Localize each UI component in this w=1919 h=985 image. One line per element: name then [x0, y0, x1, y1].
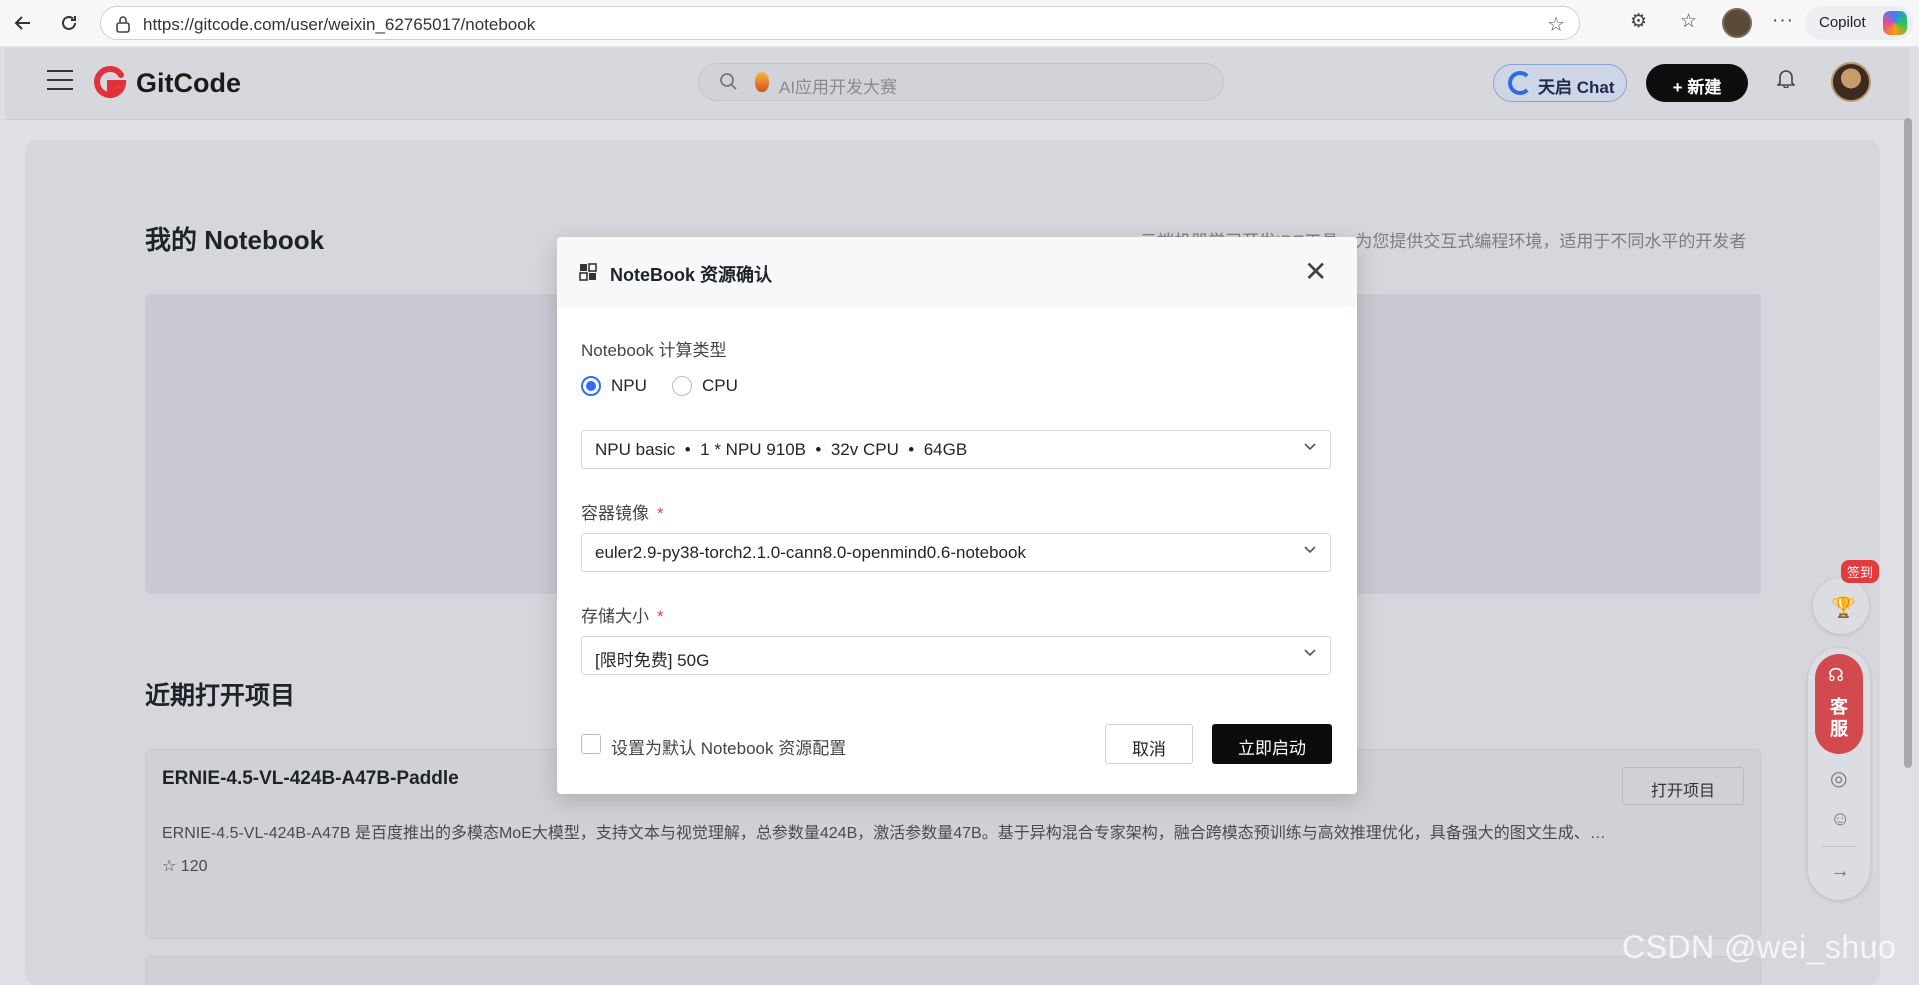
- project-star-count: 120: [180, 858, 208, 875]
- customer-service-button[interactable]: ☊ 客 服: [1815, 654, 1863, 754]
- recent-projects-title: 近期打开项目: [145, 682, 296, 710]
- kefu-label-2: 服: [1830, 719, 1848, 739]
- open-project-button[interactable]: 打开项目: [1622, 767, 1744, 805]
- site-search-input[interactable]: AI应用开发大赛: [698, 63, 1224, 101]
- container-image-value: euler2.9-py38-torch2.1.0-cann8.0-openmin…: [595, 543, 1026, 562]
- cpu-radio-indicator[interactable]: [672, 376, 692, 396]
- browser-toolbar: https://gitcode.com/user/weixin_62765017…: [0, 0, 1919, 47]
- required-mark: *: [657, 504, 664, 523]
- extensions-icon[interactable]: ⚙: [1630, 10, 1647, 33]
- container-image-select[interactable]: euler2.9-py38-torch2.1.0-cann8.0-openmin…: [581, 533, 1331, 572]
- favorites-icon[interactable]: ☆: [1680, 10, 1697, 33]
- chevron-down-icon: [1303, 542, 1317, 559]
- more-options-icon[interactable]: ···: [1772, 10, 1794, 32]
- cpu-radio-label: CPU: [702, 376, 738, 395]
- kefu-label-1: 客: [1830, 697, 1848, 717]
- container-image-label-text: 容器镜像: [581, 504, 649, 523]
- container-image-label: 容器镜像 *: [581, 499, 664, 524]
- tianqi-chat-button[interactable]: 天启 Chat: [1493, 64, 1627, 102]
- user-avatar[interactable]: [1831, 62, 1871, 102]
- start-now-button[interactable]: 立即启动: [1212, 724, 1332, 764]
- floating-toolbar: ☊ 客 服 ◎ ☺ →: [1808, 648, 1870, 900]
- csdn-watermark: CSDN @wei_shuo: [1622, 929, 1897, 965]
- refresh-icon[interactable]: [54, 8, 84, 38]
- headset-icon: ☊: [1828, 665, 1844, 685]
- star-icon: ☆: [162, 858, 177, 875]
- storage-size-label-text: 存储大小: [581, 607, 649, 626]
- gitcode-logo-icon[interactable]: [93, 65, 127, 99]
- close-icon[interactable]: ✕: [1304, 254, 1327, 290]
- storage-size-value: [限时免费] 50G: [595, 651, 710, 670]
- project-description: ERNIE-4.5-VL-424B-A47B 是百度推出的多模态MoE大模型，支…: [162, 825, 1606, 842]
- npu-radio-label: NPU: [611, 376, 647, 395]
- url-text: https://gitcode.com/user/weixin_62765017…: [143, 15, 536, 34]
- default-config-checkbox[interactable]: [581, 734, 601, 754]
- tianqi-logo-icon: [1508, 71, 1532, 95]
- swirl-icon[interactable]: ◎: [1830, 766, 1847, 791]
- search-placeholder: AI应用开发大赛: [779, 78, 898, 97]
- new-button[interactable]: + 新建: [1646, 64, 1748, 102]
- hamburger-menu-icon[interactable]: [47, 70, 73, 92]
- trophy-icon: 🏆: [1831, 597, 1856, 619]
- project-stars: ☆ 120: [162, 856, 208, 876]
- notebook-resource-dialog: NoteBook 资源确认 ✕ Notebook 计算类型 NPU CPU NP…: [557, 237, 1357, 794]
- cancel-button[interactable]: 取消: [1105, 724, 1193, 764]
- back-icon[interactable]: [8, 8, 38, 38]
- required-mark: *: [657, 607, 664, 626]
- cpu-radio[interactable]: CPU: [672, 376, 738, 396]
- site-info-icon[interactable]: [115, 15, 131, 38]
- spec-select-value: NPU basic • 1 * NPU 910B • 32v CPU • 64G…: [595, 440, 968, 459]
- divider: [1822, 846, 1856, 847]
- logo-text[interactable]: GitCode: [136, 68, 241, 99]
- storage-size-label: 存储大小 *: [581, 602, 664, 627]
- spec-select[interactable]: NPU basic • 1 * NPU 910B • 32v CPU • 64G…: [581, 430, 1331, 469]
- project-name[interactable]: ERNIE-4.5-VL-424B-A47B-Paddle: [162, 768, 459, 790]
- npu-radio-indicator[interactable]: [581, 376, 601, 396]
- page-title: 我的 Notebook: [145, 225, 325, 255]
- chevron-down-icon: [1303, 645, 1317, 662]
- notification-bell-icon[interactable]: [1776, 68, 1796, 94]
- copilot-logo-icon: [1883, 11, 1907, 35]
- dialog-title: NoteBook 资源确认: [610, 265, 772, 285]
- project-card[interactable]: [145, 956, 1761, 985]
- sign-in-button[interactable]: 签到 🏆: [1813, 560, 1880, 634]
- sign-in-badge: 签到: [1841, 560, 1880, 583]
- browser-profile-avatar[interactable]: [1722, 8, 1752, 38]
- notebook-icon: [579, 263, 597, 281]
- default-config-label[interactable]: 设置为默认 Notebook 资源配置: [611, 734, 846, 759]
- address-bar[interactable]: https://gitcode.com/user/weixin_62765017…: [100, 6, 1580, 40]
- search-icon: [719, 72, 737, 95]
- arrow-right-icon[interactable]: →: [1830, 860, 1850, 883]
- storage-size-select[interactable]: [限时免费] 50G: [581, 636, 1331, 675]
- page-scrollbar[interactable]: [1904, 118, 1912, 768]
- tianqi-chat-label: 天启 Chat: [1538, 78, 1615, 97]
- compute-type-label: Notebook 计算类型: [581, 341, 727, 360]
- smiley-icon[interactable]: ☺: [1830, 808, 1850, 831]
- npu-radio[interactable]: NPU: [581, 376, 647, 396]
- dialog-header: NoteBook 资源确认 ✕: [557, 237, 1357, 307]
- chevron-down-icon: [1303, 439, 1317, 456]
- copilot-label: Copilot: [1819, 14, 1866, 31]
- favorite-star-icon[interactable]: ☆: [1547, 12, 1565, 37]
- fire-icon: [755, 72, 769, 92]
- copilot-button[interactable]: Copilot: [1805, 6, 1913, 40]
- site-header: GitCode AI应用开发大赛 天启 Chat + 新建: [5, 48, 1910, 120]
